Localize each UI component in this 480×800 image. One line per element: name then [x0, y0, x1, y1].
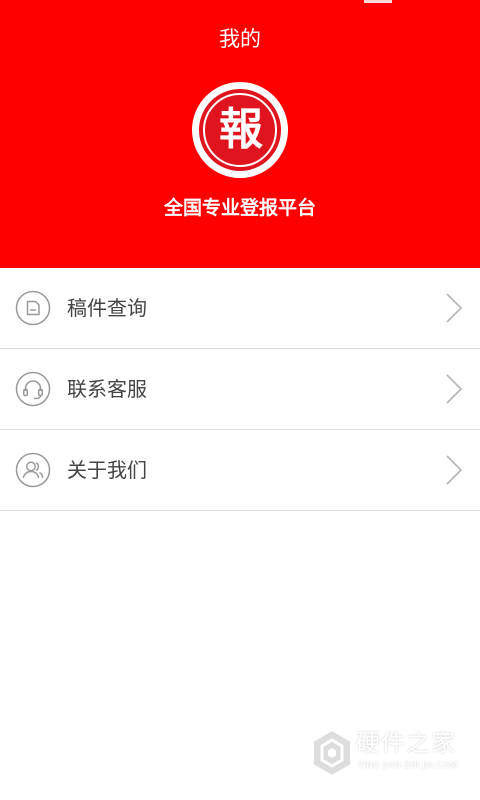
menu-item-label: 联系客服 [67, 377, 147, 401]
headset-icon [15, 371, 51, 407]
newspaper-logo: 報 [192, 82, 288, 178]
document-icon [15, 290, 51, 326]
chevron-right-icon [446, 374, 463, 404]
watermark-url: YING JIAN ZHI JIA.COM [358, 761, 458, 771]
profile-header: 我的 報 全国专业登报平台 [0, 0, 480, 268]
platform-tagline: 全国专业登报平台 [163, 197, 316, 219]
profile-menu: 稿件查询 联系客服 关于我们 [0, 268, 480, 511]
menu-item-label: 稿件查询 [67, 296, 147, 320]
menu-item-manuscript-query[interactable]: 稿件查询 [0, 268, 480, 349]
chevron-right-icon [446, 455, 463, 485]
hexagon-logo-icon [312, 728, 352, 778]
status-bar-fragment [364, 0, 392, 3]
watermark-name: 硬件之家 [356, 729, 456, 757]
menu-item-about-us[interactable]: 关于我们 [0, 430, 480, 511]
watermark: 硬件之家 YING JIAN ZHI JIA.COM [310, 726, 470, 782]
menu-item-label: 关于我们 [67, 458, 147, 482]
profile-page: 我的 報 全国专业登报平台 稿件查询 联系客服 关于我们 硬件之家 YING J… [0, 0, 480, 800]
logo-character: 報 [203, 93, 277, 167]
chevron-right-icon [446, 293, 463, 323]
people-icon [15, 452, 51, 488]
page-title: 我的 [219, 27, 261, 51]
menu-item-customer-service[interactable]: 联系客服 [0, 349, 480, 430]
